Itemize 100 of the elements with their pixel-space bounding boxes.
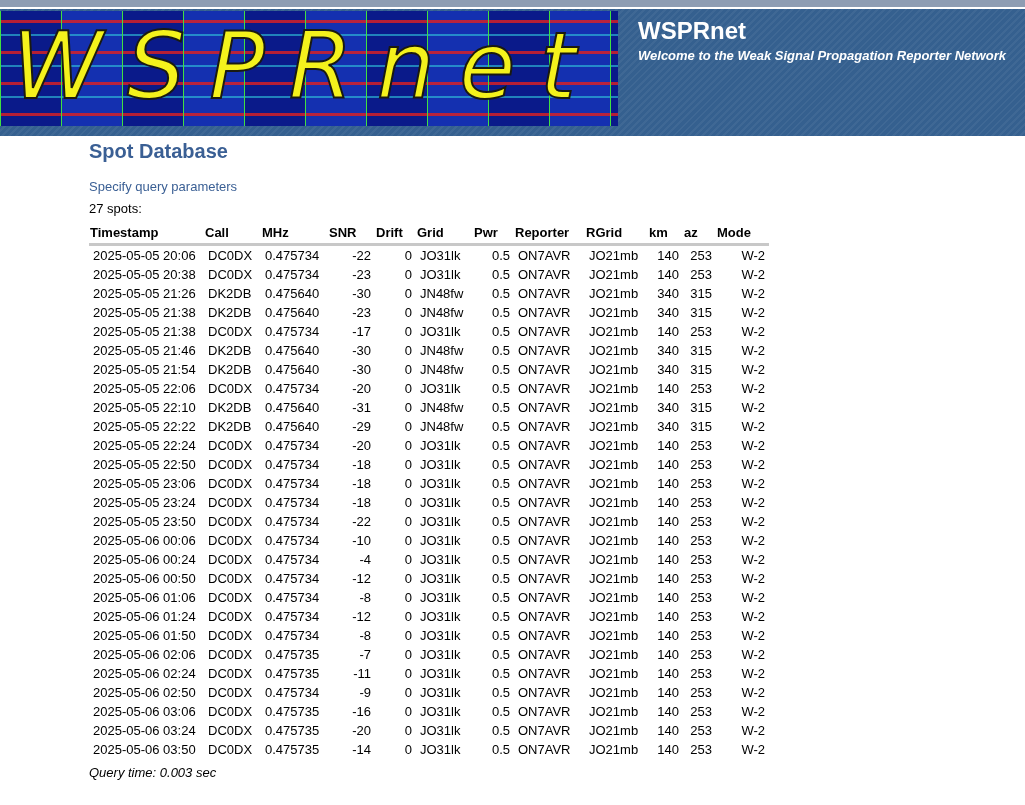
table-cell-text: JO31lk <box>419 627 462 645</box>
site-title: WSPRnet <box>638 17 747 45</box>
table-cell-text: JO21mb <box>588 741 640 759</box>
table-cell-text: -31 <box>351 399 372 417</box>
table-cell-text: 253 <box>689 684 713 702</box>
table-cell-text: ON7AVR <box>517 266 572 284</box>
table-cell-text: 0.5 <box>490 551 511 569</box>
table-cell-text: 0.5 <box>490 703 511 721</box>
table-cell-text: JO31lk <box>419 703 462 721</box>
table-cell-text: W-2 <box>740 589 766 607</box>
table-cell-text: JO31lk <box>419 551 462 569</box>
table-cell-text: 0 <box>403 741 413 759</box>
table-cell-text: 0 <box>403 456 413 474</box>
table-cell-text: W-2 <box>740 380 766 398</box>
column-header: SNR <box>328 224 375 245</box>
table-cell-text: JO21mb <box>588 266 640 284</box>
table-cell-text: 2025-05-05 21:38 <box>92 323 197 341</box>
table-cell-text: JO21mb <box>588 361 640 379</box>
table-cell-text: JO31lk <box>419 646 462 664</box>
query-parameters-link[interactable]: Specify query parameters <box>89 179 238 194</box>
table-cell-text: 0.475734 <box>264 456 321 474</box>
table-cell-text: 2025-05-05 22:50 <box>92 456 197 474</box>
table-cell-text: 0.475734 <box>264 551 321 569</box>
table-cell-text: 253 <box>689 380 713 398</box>
table-cell-text: 253 <box>689 608 713 626</box>
table-cell-text: JO31lk <box>419 532 462 550</box>
table-cell-text: 0.5 <box>490 570 511 588</box>
table-cell-text: 253 <box>689 741 713 759</box>
table-cell-text: JO21mb <box>588 608 640 626</box>
table-cell-text: 0.5 <box>490 646 511 664</box>
page-title: Spot Database <box>89 140 229 163</box>
table-cell-text: 2025-05-06 02:50 <box>92 684 197 702</box>
table-cell-text: JO31lk <box>419 722 462 740</box>
table-cell-text: 0 <box>403 475 413 493</box>
table-cell-text: DC0DX <box>207 532 254 550</box>
table-cell-text: 0.475640 <box>264 285 321 303</box>
table-cell: DC0DX <box>204 244 261 265</box>
table-cell-text: W-2 <box>740 418 766 436</box>
table-cell-text: JN48fw <box>419 418 465 436</box>
table-cell-text: 0 <box>403 342 413 360</box>
table-cell-text: 140 <box>656 532 680 550</box>
table-cell-text: 140 <box>656 722 680 740</box>
table-cell-text: 0.5 <box>490 323 511 341</box>
table-cell-text: 2025-05-06 02:24 <box>92 665 197 683</box>
table-cell-text: 2025-05-05 21:38 <box>92 304 197 322</box>
table-cell-text: 0.475735 <box>264 646 321 664</box>
table-cell-text: 140 <box>656 437 680 455</box>
table-cell-text: DC0DX <box>207 722 254 740</box>
table-cell-text: DC0DX <box>207 684 254 702</box>
table-cell-text: ON7AVR <box>517 513 572 531</box>
table-cell-text: JO31lk <box>419 608 462 626</box>
table-cell-text: 0 <box>403 551 413 569</box>
table-cell: 2025-05-05 20:06 <box>89 244 204 265</box>
table-cell: 253 <box>683 244 716 265</box>
table-cell-text: JO21mb <box>588 703 640 721</box>
table-cell-text: JO21mb <box>588 323 640 341</box>
table-cell-text: 2025-05-06 00:06 <box>92 532 197 550</box>
table-cell-text: DK2DB <box>207 342 253 360</box>
table-cell-text: -14 <box>351 741 372 759</box>
table-cell-text: DK2DB <box>207 361 253 379</box>
table-cell-text: -16 <box>351 703 372 721</box>
table-cell-text: JO21mb <box>588 437 640 455</box>
table-cell-text: 0.5 <box>490 304 511 322</box>
table-cell-text: 140 <box>656 456 680 474</box>
table-cell-text: JO21mb <box>588 551 640 569</box>
table-cell: 0 <box>375 244 416 265</box>
table-cell-text: JO31lk <box>419 380 462 398</box>
table-cell-text: 140 <box>656 570 680 588</box>
table-cell-text: -12 <box>351 608 372 626</box>
table-cell-text: 0.5 <box>490 285 511 303</box>
table-cell-text: W-2 <box>740 399 766 417</box>
table-cell-text: 2025-05-06 00:24 <box>92 551 197 569</box>
table-cell-text: DC0DX <box>207 589 254 607</box>
table-cell-text: 2025-05-05 21:26 <box>92 285 197 303</box>
table-cell-text: W-2 <box>740 608 766 626</box>
table-cell-text: JN48fw <box>419 361 465 379</box>
table-cell: JO31lk <box>416 244 473 265</box>
table-cell-text: -23 <box>351 304 372 322</box>
table-cell-text: 340 <box>656 399 680 417</box>
table-cell: 140 <box>648 244 683 265</box>
table-cell-text: DC0DX <box>207 627 254 645</box>
table-cell-text: 2025-05-06 01:24 <box>92 608 197 626</box>
table-cell-text: JO21mb <box>588 684 640 702</box>
table-cell-text: ON7AVR <box>517 665 572 683</box>
table-cell-text: 0 <box>403 589 413 607</box>
table-cell-text: -8 <box>358 589 372 607</box>
table-cell-text: -22 <box>351 513 372 531</box>
table-cell-text: JO21mb <box>588 380 640 398</box>
table-cell-text: JO31lk <box>419 570 462 588</box>
table-cell-text: -18 <box>351 494 372 512</box>
column-header: Pwr <box>473 224 514 245</box>
table-cell-text: 253 <box>689 722 713 740</box>
table-cell-text: 0 <box>403 304 413 322</box>
table-cell-text: 315 <box>689 418 713 436</box>
table-cell-text: 2025-05-06 01:50 <box>92 627 197 645</box>
table-cell-text: 0 <box>403 570 413 588</box>
table-cell-text: 0.475640 <box>264 418 321 436</box>
table-cell-text: 315 <box>689 285 713 303</box>
table-cell-text: JO21mb <box>588 475 640 493</box>
column-header: Call <box>204 224 261 245</box>
